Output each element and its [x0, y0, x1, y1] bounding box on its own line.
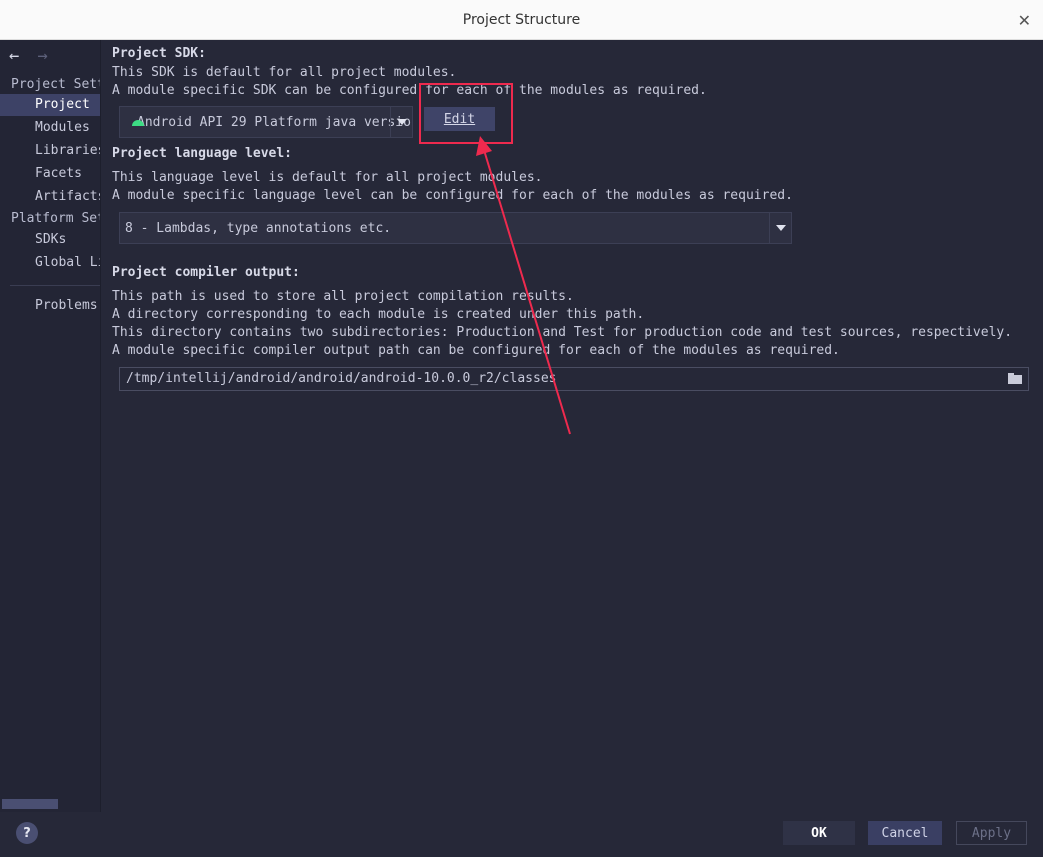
project-sdk-desc-2: A module specific SDK can be configured …	[112, 83, 707, 98]
language-level-desc-2: A module specific language level can be …	[112, 188, 793, 203]
sdk-selected-value: Android API 29 Platform java version "1.…	[137, 114, 412, 130]
apply-button[interactable]: Apply	[956, 821, 1027, 845]
chevron-down-icon[interactable]	[769, 213, 791, 243]
compiler-output-label: Project compiler output:	[112, 265, 300, 280]
sidebar-item-project[interactable]: Project	[0, 94, 100, 116]
nav-arrows: ← →	[9, 46, 56, 66]
window-title: Project Structure	[462, 11, 581, 28]
sidebar-scrollbar[interactable]	[2, 799, 58, 809]
compiler-output-desc-2: A directory corresponding to each module…	[112, 307, 645, 322]
project-sdk-desc-1: This SDK is default for all project modu…	[112, 65, 457, 80]
language-level-selected-value: 8 - Lambdas, type annotations etc.	[125, 220, 392, 236]
compiler-output-desc-3: This directory contains two subdirectori…	[112, 325, 1013, 340]
compiler-output-path-field[interactable]: /tmp/intellij/android/android/android-10…	[119, 367, 1029, 391]
compiler-output-desc-4: A module specific compiler output path c…	[112, 343, 840, 358]
sidebar-section-project-settings: Project Settings	[11, 77, 100, 92]
back-arrow-icon[interactable]: ←	[9, 46, 19, 66]
project-sdk-label: Project SDK:	[112, 46, 206, 61]
sidebar: ← → Project Settings Project Modules Lib…	[0, 40, 101, 812]
sidebar-item-modules[interactable]: Modules	[0, 117, 100, 139]
sidebar-item-sdks[interactable]: SDKs	[0, 229, 100, 251]
ok-button[interactable]: OK	[783, 821, 855, 845]
sidebar-item-artifacts[interactable]: Artifacts	[0, 186, 100, 208]
compiler-output-path-value: /tmp/intellij/android/android/android-10…	[126, 371, 557, 386]
folder-icon[interactable]	[1008, 373, 1022, 384]
annotation-highlight-box	[419, 83, 513, 144]
project-settings-panel: Project SDK: This SDK is default for all…	[101, 40, 1043, 812]
language-level-label: Project language level:	[112, 146, 293, 161]
sidebar-section-platform-settings: Platform Settings	[11, 211, 100, 226]
sidebar-item-problems[interactable]: Problems	[0, 295, 100, 317]
cancel-button[interactable]: Cancel	[868, 821, 942, 845]
help-icon[interactable]: ?	[16, 822, 38, 844]
chevron-down-icon[interactable]	[390, 107, 412, 137]
sidebar-divider	[10, 285, 100, 286]
language-level-desc-1: This language level is default for all p…	[112, 170, 543, 185]
sidebar-item-facets[interactable]: Facets	[0, 163, 100, 185]
sidebar-item-global-libraries[interactable]: Global Libraries	[0, 252, 100, 274]
close-icon[interactable]: ✕	[1018, 11, 1031, 30]
compiler-output-desc-1: This path is used to store all project c…	[112, 289, 574, 304]
sdk-dropdown[interactable]: Android API 29 Platform java version "1.…	[119, 106, 413, 138]
language-level-dropdown[interactable]: 8 - Lambdas, type annotations etc.	[119, 212, 792, 244]
dialog-footer: ? OK Cancel Apply	[0, 812, 1043, 857]
sidebar-item-libraries[interactable]: Libraries	[0, 140, 100, 162]
title-bar: Project Structure ✕	[0, 0, 1043, 40]
forward-arrow-icon[interactable]: →	[38, 46, 48, 66]
